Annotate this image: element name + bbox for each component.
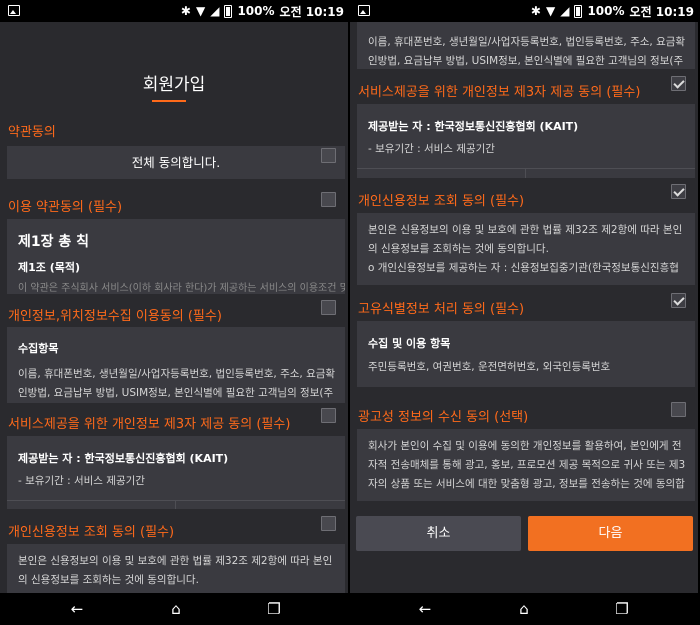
unique-id-title: 고유식별정보 처리 동의 (필수) (358, 302, 525, 317)
bluetooth-icon: ✱ (530, 4, 541, 18)
table-column-divider (175, 500, 176, 509)
battery-icon (574, 4, 583, 18)
agree-all-label: 전체 동의합니다. (131, 155, 221, 170)
third-party-retention: - 보유기간 : 서비스 제공기간 (368, 143, 495, 155)
credit-info-box[interactable]: 본인은 신용정보의 이용 및 보호에 관한 법률 제32조 제2항에 따라 본인… (7, 544, 345, 593)
battery-icon (224, 4, 233, 18)
clock: 오전 10:19 (279, 4, 344, 19)
privacy-location-box[interactable]: 이름, 휴대폰번호, 생년월일/사업자등록번호, 법인등록번호, 주소, 요금확… (357, 22, 695, 69)
privacy-location-checkbox[interactable] (321, 300, 336, 315)
unique-id-box[interactable]: 수집 및 이용 항목 주민등록번호, 여권번호, 운전면허번호, 외국인등록번호 (357, 321, 695, 387)
third-party-checkbox[interactable] (321, 408, 336, 423)
marketing-title: 광고성 정보의 수신 동의 (선택) (358, 410, 529, 425)
agree-all-checkbox[interactable] (321, 148, 336, 163)
table-divider (357, 168, 695, 169)
home-icon[interactable]: ⌂ (514, 600, 534, 618)
gallery-icon (8, 5, 20, 16)
right-screen: ✱ ▼ ◢ 100% 오전 10:19 이름, 휴대폰번호, 생년월일/사업자등… (350, 0, 698, 625)
privacy-line-2: 인방법, 요금납부 방법, USIM정보, 본인식별에 필요한 고객님의 정보(… (368, 55, 684, 67)
signup-scroll[interactable]: 이름, 휴대폰번호, 생년월일/사업자등록번호, 법인등록번호, 주소, 요금확… (350, 22, 698, 593)
credit-info-title: 개인신용정보 조회 동의 (필수) (358, 194, 525, 209)
unique-id-checkbox[interactable] (671, 293, 686, 308)
third-party-checkbox[interactable] (671, 76, 686, 91)
credit-line-2: 의 신용정보를 조회하는 것에 동의합니다. (18, 574, 199, 586)
bluetooth-icon: ✱ (180, 4, 191, 18)
terms-use-title: 이용 약관동의 (필수) (8, 200, 123, 215)
status-bar: ✱ ▼ ◢ 100% 오전 10:19 (0, 0, 348, 22)
credit-info-box[interactable]: 본인은 신용정보의 이용 및 보호에 관한 법률 제32조 제2항에 따라 본인… (357, 213, 695, 285)
wifi-icon: ▼ (195, 4, 206, 18)
recents-icon[interactable]: ❐ (612, 600, 632, 618)
terms-chapter: 제1장 총 칙 (18, 234, 90, 250)
third-party-box[interactable]: 제공받는 자 : 한국정보통신진흥협회 (KAIT) - 보유기간 : 서비스 … (357, 104, 695, 178)
agree-all-row[interactable]: 전체 동의합니다. (7, 146, 345, 179)
marketing-line-3: 자의 상품 또는 서비스에 대한 맞춤형 광고, 정보를 전송하는 것에 동의합 (368, 478, 685, 490)
unique-id-heading: 수집 및 이용 항목 (368, 337, 451, 350)
table-column-divider (525, 168, 526, 178)
gallery-icon (358, 5, 370, 16)
unique-id-items: 주민등록번호, 여권번호, 운전면허번호, 외국인등록번호 (368, 361, 611, 373)
privacy-line-1: 이름, 휴대폰번호, 생년월일/사업자등록번호, 법인등록번호, 주소, 요금확 (18, 368, 336, 380)
battery-level: 100% (237, 4, 275, 18)
signal-icon: ◢ (210, 4, 220, 18)
privacy-line-2: 인방법, 요금납부 방법, USIM정보, 본인식별에 필요한 고객님의 정보(… (18, 387, 334, 399)
privacy-location-title: 개인정보,위치정보수집 이용동의 (필수) (8, 309, 222, 324)
table-divider (7, 500, 345, 501)
back-icon[interactable]: ← (67, 600, 87, 618)
cancel-button[interactable]: 취소 (356, 516, 521, 551)
credit-info-title: 개인신용정보 조회 동의 (필수) (8, 525, 175, 540)
clock: 오전 10:19 (629, 4, 694, 19)
third-party-recipient: 제공받는 자 : 한국정보통신진흥협회 (KAIT) (368, 120, 579, 133)
back-icon[interactable]: ← (415, 600, 435, 618)
nav-bar: ← ⌂ ❐ (350, 593, 698, 625)
marketing-line-2: 자적 전송매체를 통해 광고, 홍보, 프로모션 제공 목적으로 귀사 또는 제… (368, 459, 686, 471)
marketing-checkbox[interactable] (671, 402, 686, 417)
next-button[interactable]: 다음 (528, 516, 693, 551)
terms-text: 이 약관은 주식회사 서비스(이하 회사라 한다)가 제공하는 서비스의 이용조… (18, 283, 345, 294)
credit-info-checkbox[interactable] (671, 184, 686, 199)
credit-line-3: o 개인신용정보를 제공하는 자 : 신용정보집중기관(한국정보통신진흥협 (368, 262, 679, 274)
credit-line-1: 본인은 신용정보의 이용 및 보호에 관한 법률 제32조 제2항에 따라 본인 (368, 224, 683, 236)
section-title-agreement: 약관동의 (8, 125, 56, 140)
signup-scroll[interactable]: 회원가입 약관동의 전체 동의합니다. 이용 약관동의 (필수) 제1장 총 칙… (0, 22, 348, 593)
title-underline (152, 100, 186, 102)
third-party-box[interactable]: 제공받는 자 : 한국정보통신진흥협회 (KAIT) - 보유기간 : 서비스 … (7, 436, 345, 509)
home-icon[interactable]: ⌂ (166, 600, 186, 618)
terms-use-box[interactable]: 제1장 총 칙 제1조 (목적) 이 약관은 주식회사 서비스(이하 회사라 한… (7, 219, 345, 294)
battery-level: 100% (587, 4, 625, 18)
third-party-recipient: 제공받는 자 : 한국정보통신진흥협회 (KAIT) (18, 452, 229, 465)
recents-icon[interactable]: ❐ (264, 600, 284, 618)
marketing-box[interactable]: 회사가 본인이 수집 및 이용에 동의한 개인정보를 활용하여, 본인에게 전 … (357, 429, 695, 501)
third-party-title: 서비스제공을 위한 개인정보 제3자 제공 동의 (필수) (8, 417, 291, 432)
third-party-title: 서비스제공을 위한 개인정보 제3자 제공 동의 (필수) (358, 85, 641, 100)
credit-info-checkbox[interactable] (321, 516, 336, 531)
terms-article: 제1조 (목적) (18, 261, 81, 274)
status-bar: ✱ ▼ ◢ 100% 오전 10:19 (350, 0, 698, 22)
signal-icon: ◢ (560, 4, 570, 18)
nav-bar: ← ⌂ ❐ (0, 593, 348, 625)
privacy-line-1: 이름, 휴대폰번호, 생년월일/사업자등록번호, 법인등록번호, 주소, 요금확 (368, 36, 686, 48)
left-screen: ✱ ▼ ◢ 100% 오전 10:19 회원가입 약관동의 전체 동의합니다. … (0, 0, 348, 625)
third-party-retention: - 보유기간 : 서비스 제공기간 (18, 475, 145, 487)
terms-use-checkbox[interactable] (321, 192, 336, 207)
privacy-heading: 수집항목 (18, 342, 59, 355)
wifi-icon: ▼ (545, 4, 556, 18)
privacy-location-box[interactable]: 수집항목 이름, 휴대폰번호, 생년월일/사업자등록번호, 법인등록번호, 주소… (7, 327, 345, 403)
credit-line-2: 의 신용정보를 조회하는 것에 동의합니다. (368, 243, 549, 255)
credit-line-1: 본인은 신용정보의 이용 및 보호에 관한 법률 제32조 제2항에 따라 본인 (18, 555, 333, 567)
marketing-line-1: 회사가 본인이 수집 및 이용에 동의한 개인정보를 활용하여, 본인에게 전 (368, 440, 682, 452)
page-title: 회원가입 (142, 75, 206, 95)
